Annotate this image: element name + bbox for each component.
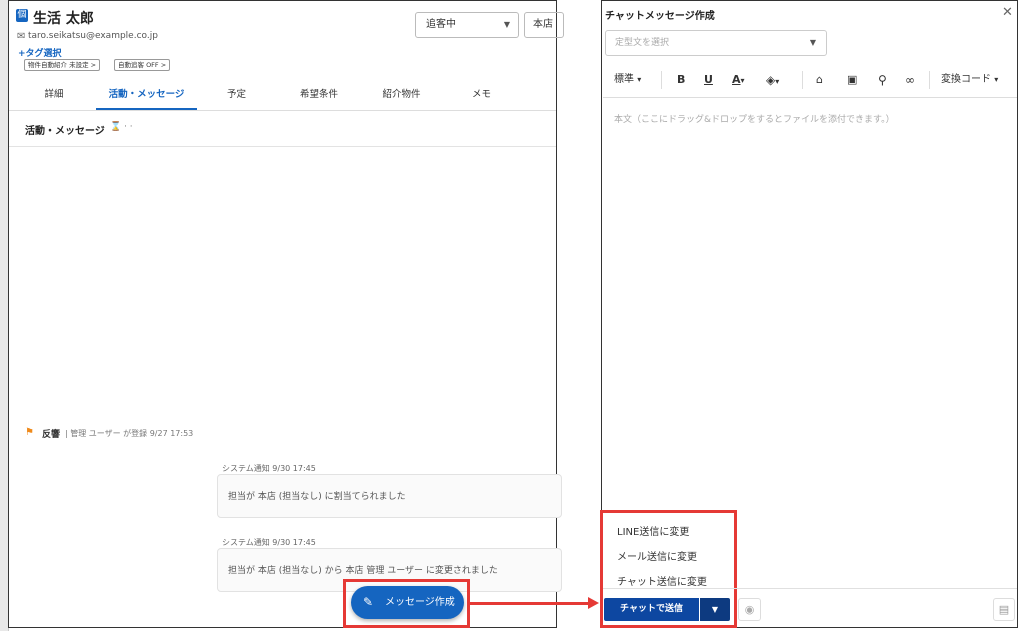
tab-preferences[interactable]: 希望条件	[279, 84, 359, 110]
preview-eye-icon[interactable]: ◉	[738, 598, 761, 621]
detail-tabs: 詳細 活動・メッセージ 予定 希望条件 紹介物件 メモ	[9, 84, 556, 110]
font-color-glyph: A	[732, 73, 741, 86]
tab-schedule[interactable]: 予定	[204, 84, 269, 110]
system-notice-time: システム通知 9/30 17:45	[222, 538, 316, 547]
template-select[interactable]: 定型文を選択 ▼	[605, 30, 827, 56]
paint-bucket-icon: ◈	[766, 73, 776, 87]
chevron-down-icon: ▾	[775, 77, 780, 86]
template-select-placeholder: 定型文を選択	[615, 38, 670, 48]
dialog-title: チャットメッセージ作成	[605, 11, 715, 22]
pencil-icon: ✎	[363, 595, 374, 609]
text-style-value: 標準	[614, 74, 634, 85]
compose-message-button[interactable]: ✎ メッセージ作成	[351, 586, 464, 619]
customer-type-icon: 個	[16, 9, 28, 22]
flag-icon: ⚑	[25, 427, 34, 438]
chevron-down-icon: ▼	[711, 605, 719, 614]
section-divider	[9, 146, 556, 147]
save-draft-icon[interactable]: ▤	[993, 598, 1015, 621]
activity-section-title: 活動・メッセージ	[25, 126, 105, 137]
switch-to-email-item[interactable]: メール送信に変更	[617, 548, 697, 563]
image-icon[interactable]: ▣	[847, 66, 857, 94]
switch-to-chat-item[interactable]: チャット送信に変更	[617, 573, 707, 588]
tab-divider	[9, 110, 556, 111]
add-tag-link[interactable]: +タグ選択	[18, 46, 62, 59]
chevron-down-icon: ▾	[994, 75, 999, 84]
event-label: 反響	[42, 430, 61, 440]
system-notice-time: システム通知 9/30 17:45	[222, 464, 316, 473]
annotation-arrow	[470, 602, 590, 605]
store-select-value: 本店	[533, 19, 553, 30]
auto-followup-chip[interactable]: 自動追客 OFF >	[114, 59, 171, 71]
link-icon[interactable]: ∞	[905, 66, 915, 94]
annotation-arrow-head	[588, 597, 599, 609]
font-color-button[interactable]: A▾	[732, 66, 745, 94]
message-body-input[interactable]: 本文（ここにドラッグ&ドロップをするとファイルを添付できます。）	[614, 112, 895, 125]
auto-property-intro-chip[interactable]: 物件自動紹介 未設定 >	[24, 59, 101, 71]
toolbar-separator	[661, 71, 662, 89]
customer-name: 生活 太郎	[33, 11, 94, 27]
toolbar-divider	[603, 97, 1017, 98]
send-chat-button[interactable]: チャットで送信	[604, 598, 699, 621]
editor-toolbar: 標準 ▾ B U A▾ ◈▾ ⌂ ▣ ⚲ ∞ 変換コード ▾	[603, 66, 1017, 94]
paperclip-icon[interactable]: ⚲	[878, 66, 887, 94]
store-select[interactable]: 本店	[524, 12, 564, 38]
convert-code-label: 変換コード	[941, 74, 991, 85]
underline-button[interactable]: U	[704, 66, 713, 94]
tab-detail[interactable]: 詳細	[14, 84, 94, 110]
mail-icon: ✉	[17, 31, 26, 42]
switch-to-line-item[interactable]: LINE送信に変更	[617, 523, 689, 538]
compose-message-label: メッセージ作成	[385, 597, 455, 608]
customer-email: taro.seikatsu@example.co.jp	[28, 31, 158, 41]
toolbar-separator	[929, 71, 930, 89]
system-notice-message: 担当が 本店 (担当なし) に割当てられました	[217, 474, 562, 518]
close-icon[interactable]: ✕	[1002, 5, 1013, 20]
chevron-down-icon: ▾	[740, 76, 745, 85]
tab-introduced-properties[interactable]: 紹介物件	[364, 84, 439, 110]
send-options-button[interactable]: ▼	[700, 598, 730, 621]
highlight-color-button[interactable]: ◈▾	[766, 66, 779, 94]
text-style-select[interactable]: 標準 ▾	[614, 66, 641, 94]
status-select[interactable]: 追客中 ▼	[415, 12, 519, 38]
bold-button[interactable]: B	[677, 66, 685, 94]
status-select-value: 追客中	[426, 19, 456, 30]
tab-activity-message[interactable]: 活動・メッセージ	[96, 84, 197, 110]
building-icon[interactable]: ⌂	[816, 66, 823, 94]
chevron-down-icon: ▼	[503, 20, 510, 29]
tab-memo[interactable]: メモ	[449, 84, 514, 110]
event-detail: | 管理 ユーザー が登録 9/27 17:53	[65, 429, 194, 438]
toolbar-separator	[802, 71, 803, 89]
hourglass-icon: ⌛ · ·	[110, 122, 133, 132]
convert-code-select[interactable]: 変換コード ▾	[941, 66, 998, 94]
chevron-down-icon: ▼	[809, 38, 816, 47]
footer-divider	[603, 588, 1017, 589]
chevron-down-icon: ▾	[637, 75, 642, 84]
